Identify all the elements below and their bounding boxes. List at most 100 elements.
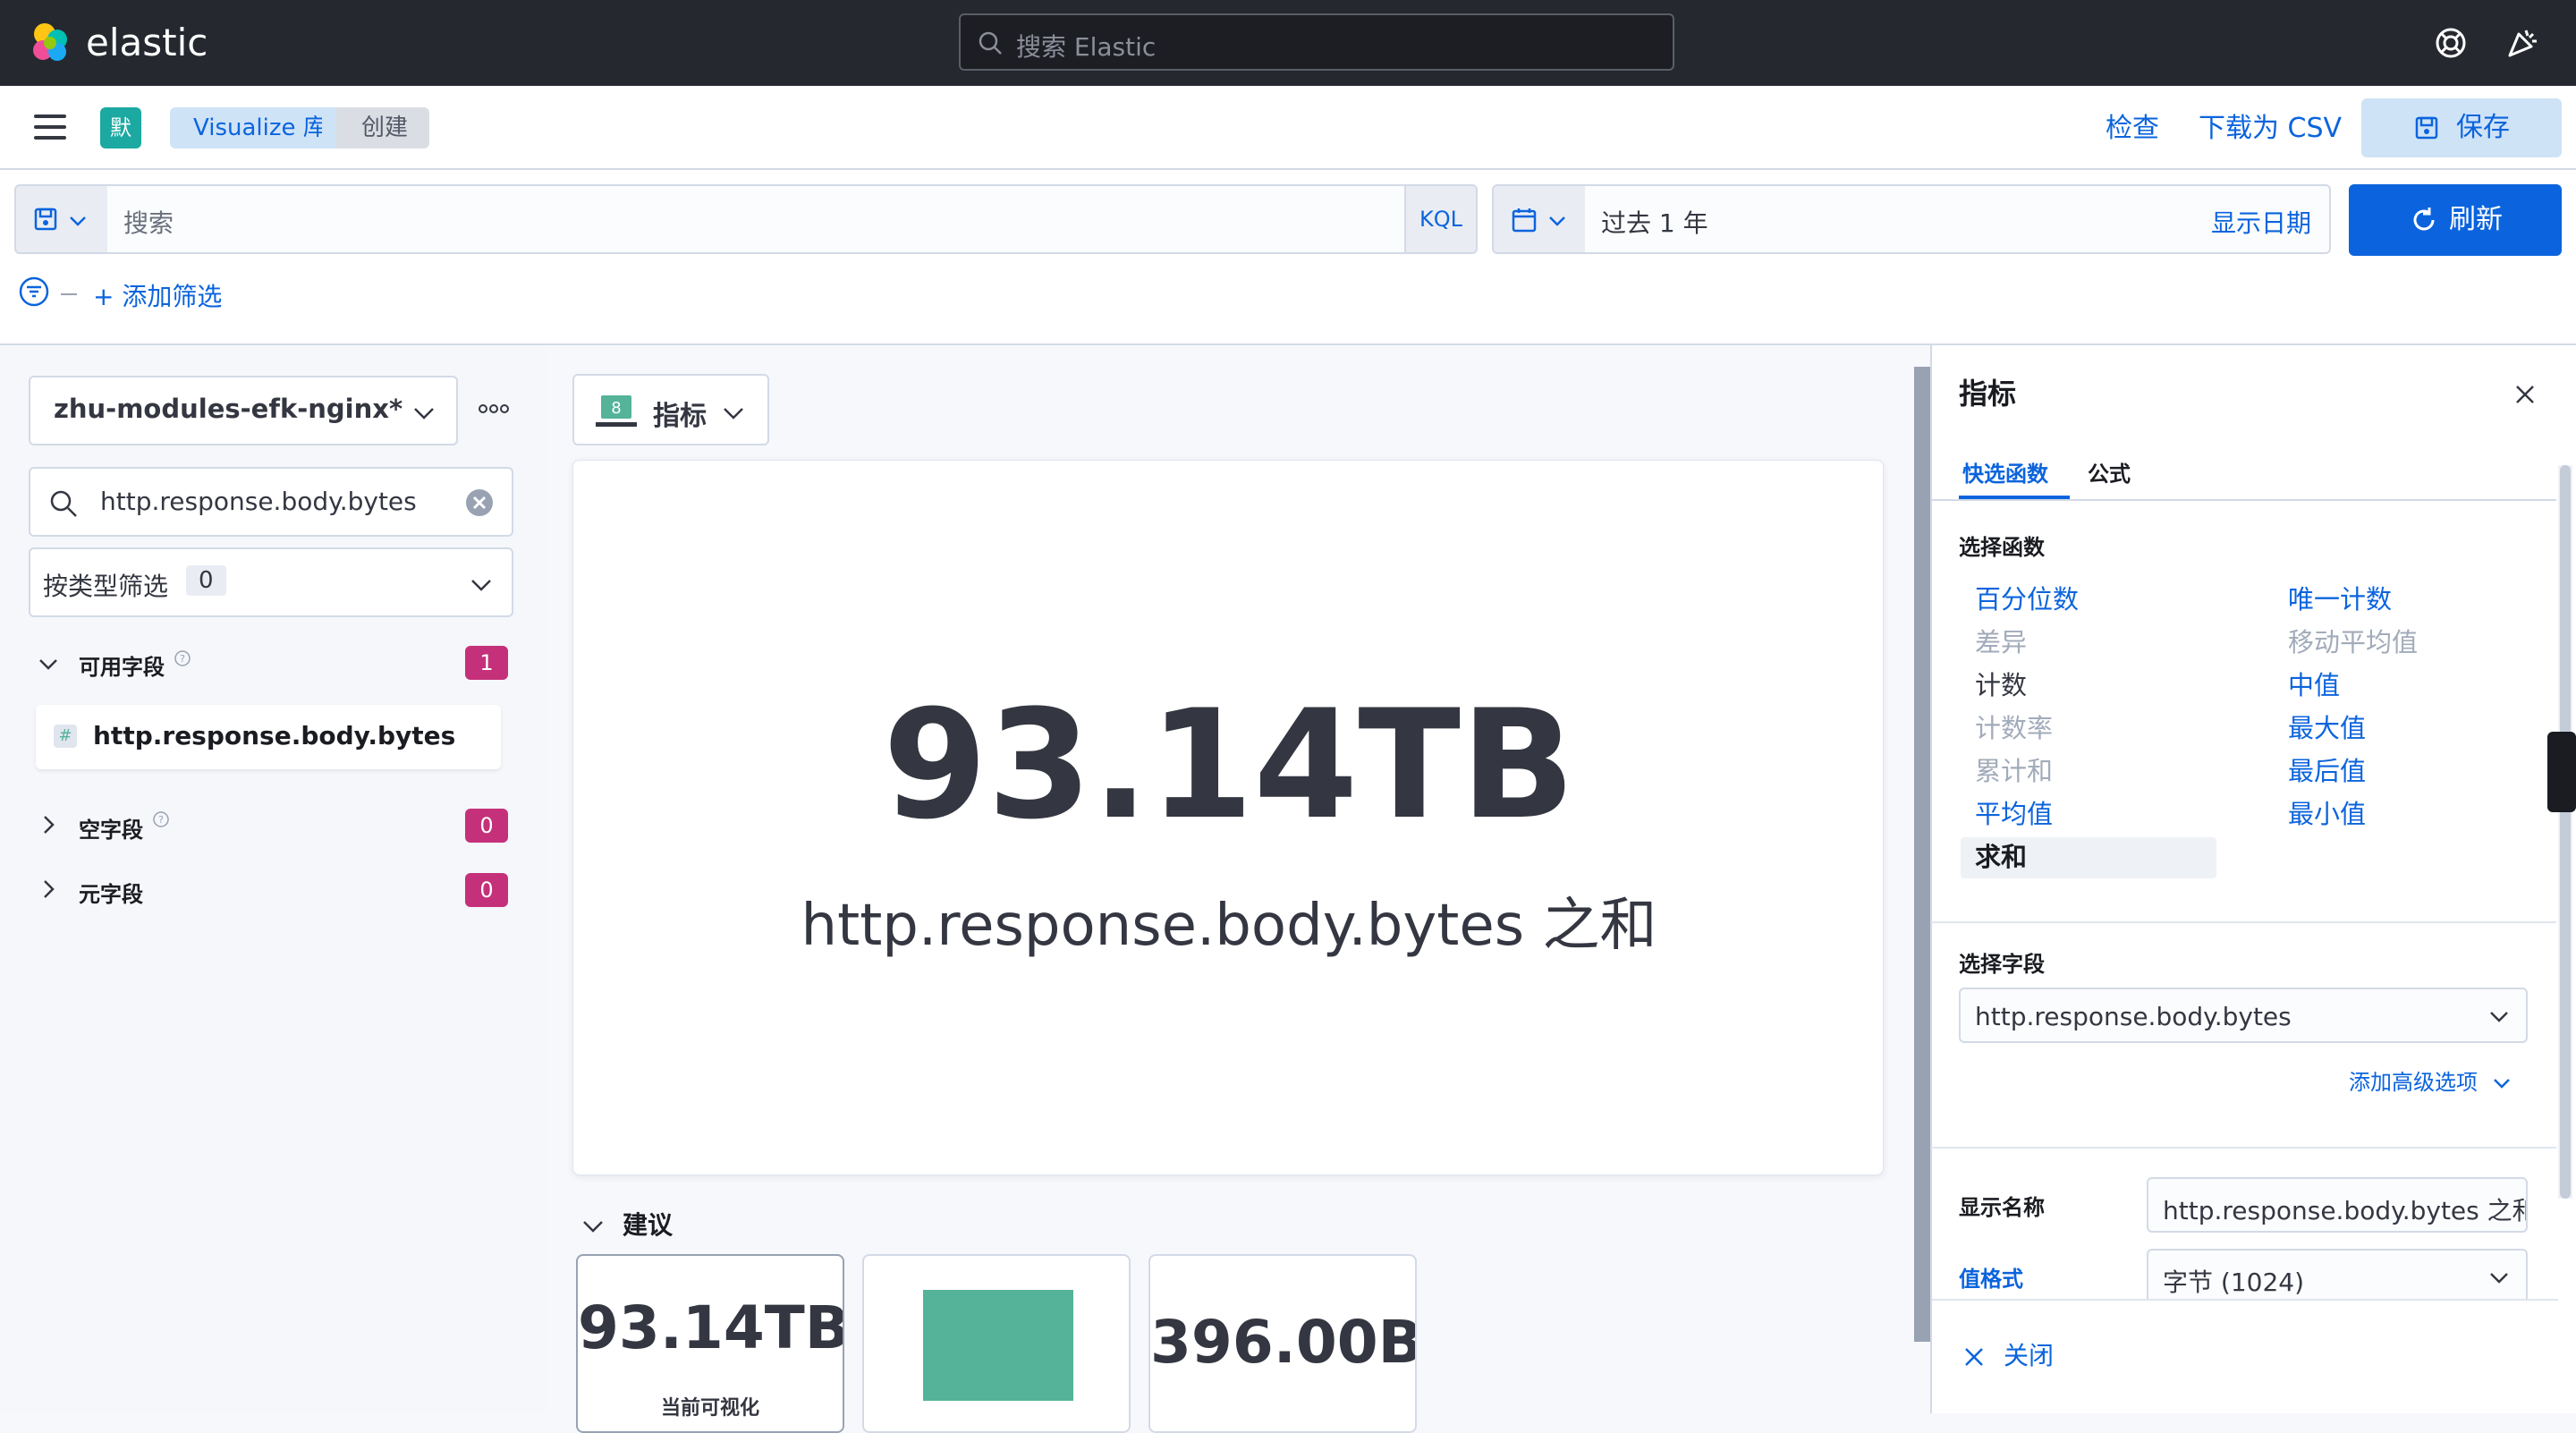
tab-formula[interactable]: 公式 [2088,458,2131,490]
svg-text:?: ? [180,653,185,665]
value-format-value: 字节 (1024) [2163,1268,2305,1297]
more-options-icon[interactable] [476,395,512,422]
value-format-select[interactable]: 字节 (1024) [2147,1249,2528,1301]
menu-icon[interactable] [34,114,66,141]
field-name: http.response.body.bytes [93,721,456,750]
flyout-scrollbar-thumb[interactable] [2560,465,2571,1199]
app-toolbar: 默 Visualize 库 创建 检查 下载为 CSV 保存 [0,86,2576,170]
saved-query-button[interactable] [14,184,109,254]
flyout-title: 指标 [1959,377,2017,411]
advanced-options-link[interactable]: 添加高级选项 [2349,1068,2478,1097]
suggestion-bar-chart[interactable] [862,1254,1131,1433]
index-pattern-picker[interactable]: zhu-modules-efk-nginx* [29,376,458,445]
function-differences: 差异 [1975,627,2028,657]
function-cumulative-sum: 累计和 [1975,756,2054,786]
function-min[interactable]: 最小值 [2288,796,2366,832]
add-filter-button[interactable]: + 添加筛选 [93,279,222,315]
chevron-down-icon [2490,1012,2508,1022]
refresh-button-label: 刷新 [2449,204,2503,235]
query-language-button[interactable]: KQL [1404,184,1478,254]
calendar-icon [1512,208,1537,233]
chevron-down-icon [2490,1273,2508,1284]
display-name-value: http.response.body.bytes 之和 [2163,1196,2528,1225]
chevron-down-icon [70,216,86,226]
select-field-heading: 选择字段 [1959,952,2045,977]
suggestion-current[interactable]: 93.14TB 当前可视化 [576,1254,844,1433]
empty-fields-heading[interactable]: 空字段 [79,812,143,844]
breadcrumb-create: 创建 [336,107,430,148]
info-icon: ? [174,650,191,666]
chevron-down-icon [414,408,434,420]
save-button[interactable]: 保存 [2361,98,2562,157]
refresh-icon [2413,208,2435,231]
meta-fields-heading[interactable]: 元字段 [79,877,143,908]
saved-query-icon [34,208,57,231]
clear-icon[interactable] [465,488,494,517]
filter-by-type-label: 按类型筛选 [43,572,169,601]
value-format-label: 值格式 [1959,1267,2023,1292]
chart-type-switcher[interactable]: 8 指标 [572,374,769,445]
number-type-icon: # [54,725,77,748]
display-name-label: 显示名称 [1959,1195,2045,1220]
inspect-link[interactable]: 检查 [2106,111,2159,147]
tabs-border [1930,499,2556,501]
help-icon[interactable] [2433,25,2469,61]
field-select[interactable]: http.response.body.bytes [1959,988,2528,1043]
function-last-value[interactable]: 最后值 [2288,753,2366,789]
function-unique-count[interactable]: 唯一计数 [2288,581,2392,617]
resize-handle[interactable] [2547,732,2576,812]
save-icon [2415,116,2438,140]
chevron-right-icon[interactable] [38,814,59,835]
chevron-down-icon [1549,216,1565,226]
tab-quick-functions[interactable]: 快选函数 [1962,458,2048,490]
section-divider [1930,921,2556,923]
quick-date-menu-button[interactable] [1492,184,1587,254]
function-count[interactable]: 计数 [1975,667,2027,703]
show-dates-link[interactable]: 显示日期 [2211,204,2311,240]
close-icon[interactable] [2513,383,2537,406]
field-search-input[interactable]: http.response.body.bytes [29,467,513,537]
metric-chart-icon: 8 [596,395,637,427]
close-flyout-button[interactable]: 关闭 [2004,1340,2054,1372]
date-range-display[interactable]: 过去 1 年 显示日期 [1585,184,2331,254]
chevron-right-icon[interactable] [38,878,59,900]
query-input[interactable]: 搜索 [107,184,1406,254]
chevron-down-icon[interactable] [38,653,59,674]
filter-menu-icon[interactable] [18,276,50,308]
index-pattern-label: zhu-modules-efk-nginx* [54,394,403,424]
available-fields-heading[interactable]: 可用字段 [79,649,165,681]
refresh-button[interactable]: 刷新 [2349,184,2562,256]
metric-label: http.response.body.bytes 之和 [801,893,1657,959]
info-icon: ? [153,811,169,827]
chevron-down-icon[interactable] [581,1215,605,1238]
filter-by-type-button[interactable]: 按类型筛选 0 [29,547,513,617]
global-search-input[interactable]: 搜索 Elastic [959,13,1674,71]
search-icon [979,31,1002,55]
section-divider [1930,1147,2556,1149]
elastic-logo-icon[interactable] [27,20,73,66]
svg-text:?: ? [158,814,164,826]
function-sum[interactable]: 求和 [1975,839,2027,875]
available-fields-count: 1 [465,646,508,680]
empty-fields-count: 0 [465,809,508,843]
field-list-panel: zhu-modules-efk-nginx* http.response.bod… [0,345,546,1413]
function-max[interactable]: 最大值 [2288,710,2366,746]
suggestions-heading[interactable]: 建议 [623,1209,673,1242]
function-percentile[interactable]: 百分位数 [1975,581,2079,617]
space-avatar[interactable]: 默 [100,107,141,148]
chevron-down-icon [471,580,491,591]
function-counter-rate: 计数率 [1975,713,2054,743]
filter-divider [61,293,77,295]
suggestion-value: 396.00B [1150,1308,1417,1377]
brand-name: elastic [86,21,208,64]
suggestion-value: 93.14TB [578,1293,844,1362]
newsfeed-icon[interactable] [2504,25,2540,61]
function-median[interactable]: 中值 [2288,667,2340,703]
display-name-input[interactable]: http.response.body.bytes 之和 [2147,1177,2528,1233]
field-select-value: http.response.body.bytes [1975,1002,2292,1031]
function-average[interactable]: 平均值 [1975,796,2053,832]
field-list-item[interactable]: # http.response.body.bytes [36,705,501,769]
breadcrumb-separator [322,107,336,148]
suggestion-metric[interactable]: 396.00B [1148,1254,1417,1433]
download-csv-link[interactable]: 下载为 CSV [2199,111,2342,147]
